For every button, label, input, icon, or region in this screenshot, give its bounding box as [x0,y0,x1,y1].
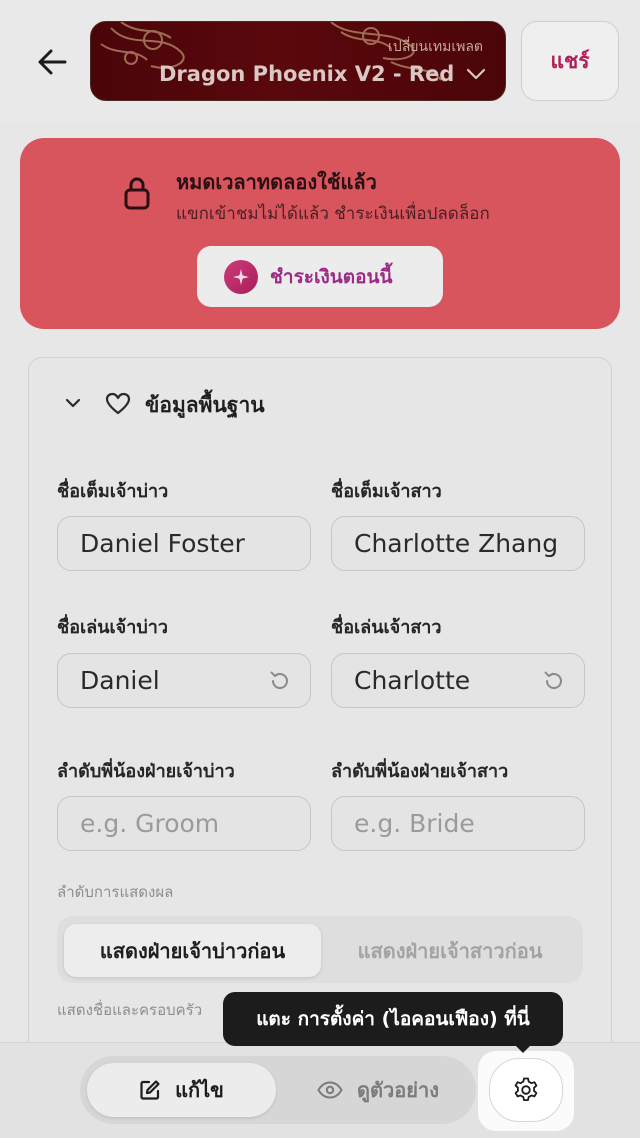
edit-icon [140,1080,160,1100]
groom-sibling-order-placeholder: e.g. Groom [80,809,220,838]
bride-nickname-input[interactable]: Charlotte [331,653,585,708]
display-order-label: ลำดับการแสดงผล [57,883,174,901]
groom-nickname-value: Daniel [80,666,160,695]
chevron-down-icon [467,68,486,80]
groom-sibling-order-label: ลำดับพี่น้องฝ่ายเจ้าบ่าว [57,761,235,782]
top-header: เปลี่ยนเทมเพลต Dragon Phoenix V2 - Red แ… [0,0,640,122]
eye-icon [317,1081,343,1099]
template-selector[interactable]: เปลี่ยนเทมเพลต Dragon Phoenix V2 - Red [90,21,506,101]
gear-icon [514,1077,538,1101]
bride-first-option[interactable]: แสดงฝ่ายเจ้าสาวก่อน [325,924,575,977]
sparkle-icon [224,259,258,294]
lock-icon [124,177,150,210]
pay-now-label: ชำระเงินตอนนี้ [270,265,393,288]
bride-full-name-input[interactable]: Charlotte Zhang [331,516,585,571]
groom-full-name-value: Daniel Foster [80,529,245,558]
groom-nickname-label: ชื่อเล่นเจ้าบ่าว [57,617,168,638]
section-title: ข้อมูลพื้นฐาน [145,393,265,417]
template-caption: เปลี่ยนเทมเพลต [388,39,483,55]
display-order-hint: แสดงชื่อและครอบครัว [57,1001,203,1019]
bride-sibling-order-label: ลำดับพี่น้องฝ่ายเจ้าสาว [331,761,509,782]
bride-full-name-label: ชื่อเต็มเจ้าสาว [331,481,442,502]
groom-sibling-order-input[interactable]: e.g. Groom [57,796,311,851]
groom-nickname-input[interactable]: Daniel [57,653,311,708]
groom-full-name-label: ชื่อเต็มเจ้าบ่าว [57,481,169,502]
bride-full-name-value: Charlotte Zhang [354,529,559,558]
reset-icon[interactable] [542,669,566,693]
back-button[interactable] [30,42,74,82]
arrow-left-icon [38,49,67,75]
bride-sibling-order-input[interactable]: e.g. Bride [331,796,585,851]
groom-first-option[interactable]: แสดงฝ่ายเจ้าบ่าวก่อน [64,924,321,977]
trial-title: หมดเวลาทดลองใช้แล้ว [176,170,377,194]
pay-now-button[interactable]: ชำระเงินตอนนี้ [197,246,443,307]
tooltip-arrow [514,1044,532,1053]
bride-nickname-value: Charlotte [354,666,471,695]
bride-sibling-order-placeholder: e.g. Bride [354,809,475,838]
edit-mode-button[interactable]: แก้ไข [87,1063,276,1117]
bride-nickname-label: ชื่อเล่นเจ้าสาว [331,617,442,638]
trial-subtitle: แขกเข้าชมไม่ได้แล้ว ชำระเงินเพื่อปลดล็อก [176,204,490,224]
preview-mode-label: ดูตัวอย่าง [357,1078,439,1102]
share-button[interactable]: แชร์ [521,21,619,101]
template-name: Dragon Phoenix V2 - Red [159,62,455,86]
groom-full-name-input[interactable]: Daniel Foster [57,516,311,571]
reset-icon[interactable] [268,669,292,693]
settings-tooltip: แตะ การตั้งค่า (ไอคอนเฟือง) ที่นี่ [223,992,563,1046]
chevron-down-icon[interactable] [65,398,81,408]
preview-mode-button[interactable]: ดูตัวอย่าง [290,1063,466,1117]
edit-mode-label: แก้ไข [175,1078,224,1102]
settings-button[interactable] [489,1058,563,1122]
heart-icon [105,392,131,415]
